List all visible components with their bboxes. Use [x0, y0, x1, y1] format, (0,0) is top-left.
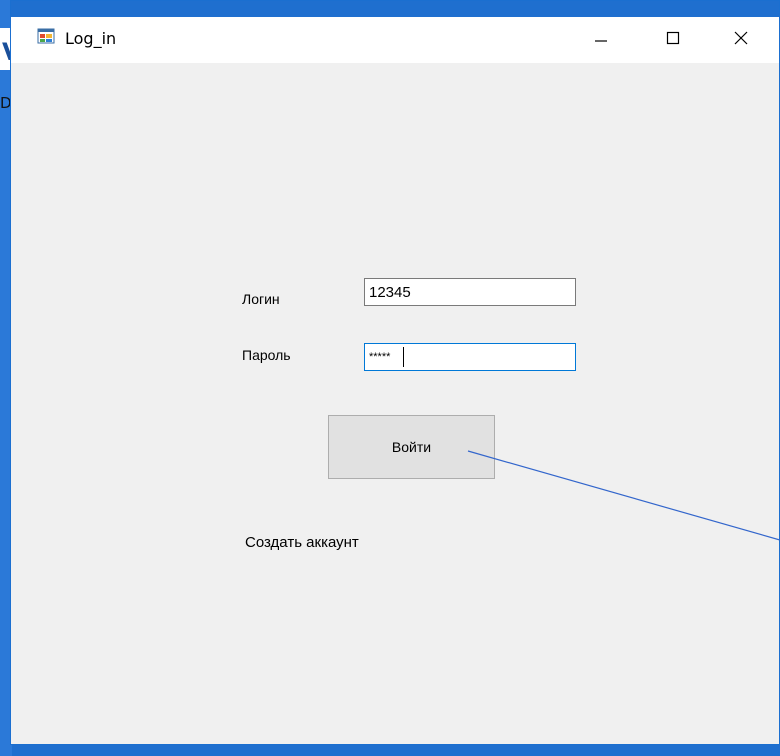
login-label: Логин [242, 291, 280, 307]
password-label: Пароль [242, 347, 291, 363]
login-button[interactable]: Войти [328, 415, 495, 479]
minimize-icon [595, 40, 607, 42]
text-caret [403, 347, 404, 367]
window-title: Log_in [65, 29, 117, 48]
minimize-button[interactable] [571, 17, 631, 59]
close-icon [734, 31, 748, 45]
password-input[interactable] [364, 343, 576, 371]
login-window: Log_in Логин Пароль Войти Создать аккаун… [10, 0, 780, 745]
login-input[interactable] [364, 278, 576, 306]
maximize-icon [666, 31, 680, 45]
winforms-app-icon [37, 28, 55, 44]
create-account-link[interactable]: Создать аккаунт [245, 534, 359, 551]
maximize-button[interactable] [643, 17, 703, 59]
close-button[interactable] [711, 17, 771, 59]
